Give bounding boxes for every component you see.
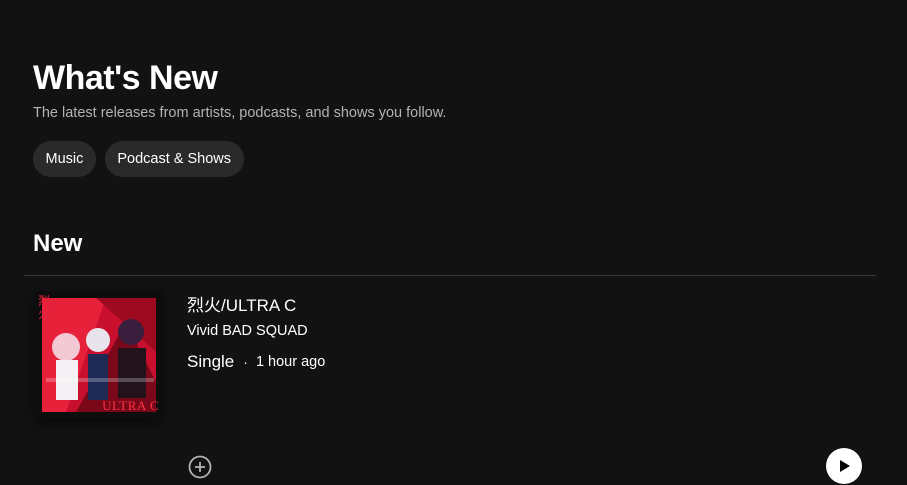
- whats-new-page: What's New The latest releases from arti…: [0, 0, 907, 485]
- section-title-new: New: [33, 230, 83, 257]
- release-cover-art[interactable]: 烈火 ULTRA C: [36, 292, 162, 418]
- release-info: 烈火/ULTRA C Vivid BAD SQUAD Single · 1 ho…: [187, 295, 325, 373]
- page-title: What's New: [33, 59, 218, 97]
- plus-circle-icon: [188, 455, 212, 479]
- filter-chip-music[interactable]: Music: [33, 141, 96, 177]
- release-time: 1 hour ago: [255, 354, 326, 370]
- play-icon: [840, 460, 850, 472]
- play-button[interactable]: [826, 448, 862, 484]
- cover-vertical-text: 烈火: [38, 294, 51, 321]
- release-type: Single: [187, 352, 235, 371]
- release-artist[interactable]: Vivid BAD SQUAD: [187, 322, 325, 340]
- release-item[interactable]: 烈火 ULTRA C 烈火/ULTRA C Vivid BAD SQUAD Si…: [24, 277, 876, 485]
- release-title[interactable]: 烈火/ULTRA C: [187, 295, 325, 317]
- add-to-library-button[interactable]: [187, 454, 213, 480]
- release-meta: Single · 1 hour ago: [187, 351, 325, 373]
- section-divider: [24, 275, 876, 276]
- filter-chips: Music Podcast & Shows: [33, 141, 244, 177]
- cover-title-text: ULTRA C: [102, 398, 159, 413]
- meta-separator: ·: [243, 354, 248, 370]
- page-header: What's New The latest releases from arti…: [33, 58, 877, 122]
- filter-chip-podcast-shows[interactable]: Podcast & Shows: [104, 141, 244, 177]
- page-subtitle: The latest releases from artists, podcas…: [33, 105, 447, 121]
